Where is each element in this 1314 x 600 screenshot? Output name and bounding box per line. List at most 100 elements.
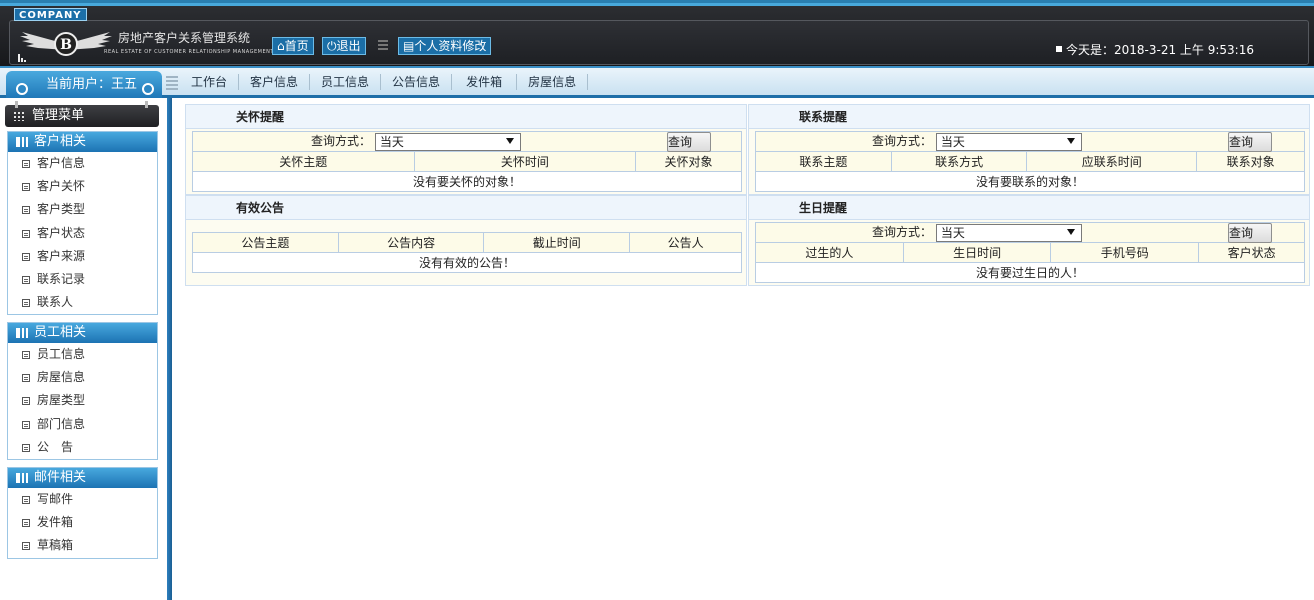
sidebar-item-label: 公 告	[37, 439, 74, 454]
profile-edit-label: 个人资料修改	[414, 39, 487, 53]
document-icon	[22, 420, 30, 429]
group-title-label: 邮件相关	[34, 470, 87, 485]
panel-title-birthday: 生日提醒	[749, 196, 1309, 220]
panel-title-care: 关怀提醒	[186, 105, 746, 129]
book-icon	[16, 137, 28, 147]
sidebar-item-customer-type[interactable]: 客户类型	[8, 198, 157, 221]
birthday-table: 查询方式： 当天 查询 过生的人 生日时间 手机号码 客户状态 没有要过生日的人…	[755, 222, 1305, 283]
today-datetime: 今天是：2018-3-21 上午 9:53:16	[1056, 41, 1254, 58]
care-query-button[interactable]: 查询	[667, 132, 711, 152]
nav-divider-icon	[166, 76, 178, 90]
nav-item-notice-info[interactable]: 公告信息	[381, 74, 453, 90]
nav-item-house-info[interactable]: 房屋信息	[517, 74, 589, 90]
col-header: 联系方式	[890, 151, 1028, 172]
nav-item-employee-info[interactable]: 员工信息	[310, 74, 382, 90]
document-icon	[22, 160, 30, 168]
home-button[interactable]: ⌂首页	[272, 37, 314, 55]
panel-title-notice: 有效公告	[186, 196, 746, 220]
col-header: 联系主题	[755, 151, 892, 172]
sidebar-item-notice[interactable]: 公 告	[8, 436, 157, 459]
sidebar-item-label: 写邮件	[37, 492, 74, 506]
care-query-select[interactable]: 当天	[374, 132, 521, 151]
header-divider-icon	[378, 40, 388, 52]
home-button-label: 首页	[284, 39, 309, 53]
sidebar-item-label: 房屋类型	[37, 393, 86, 408]
sidebar-item-department-info[interactable]: 部门信息	[8, 413, 157, 436]
empty-message: 没有要过生日的人！	[755, 262, 1305, 283]
document-icon	[22, 252, 30, 261]
sidebar-item-customer-info[interactable]: 客户信息	[8, 152, 157, 175]
sidebar-item-outbox[interactable]: 发件箱	[8, 511, 157, 534]
group-title-mail[interactable]: 邮件相关	[8, 468, 157, 488]
sidebar-item-label: 草稿箱	[37, 538, 74, 553]
group-title-employee[interactable]: 员工相关	[8, 323, 157, 343]
col-header: 应联系时间	[1026, 151, 1198, 172]
profile-edit-button[interactable]: ▤个人资料修改	[398, 37, 492, 55]
menu-title: 管理菜单	[32, 108, 85, 123]
sidebar-item-label: 发件箱	[37, 515, 74, 530]
power-icon: ⏻	[327, 39, 337, 53]
sidebar: 管理菜单 客户相关 客户信息 客户关怀 客户类型 客户状态 客户来源 联系记录 …	[0, 98, 172, 600]
birthday-query-select[interactable]: 当天	[935, 223, 1082, 242]
group-mail: 邮件相关 写邮件 发件箱 草稿箱	[7, 467, 158, 559]
group-title-label: 客户相关	[34, 134, 87, 149]
document-icon	[22, 374, 30, 383]
ring-right-icon	[142, 83, 154, 95]
select-value: 当天	[379, 134, 404, 149]
grid-icon	[13, 111, 25, 121]
sidebar-item-customer-status[interactable]: 客户状态	[8, 222, 157, 245]
document-icon	[22, 206, 30, 215]
sidebar-item-label: 联系记录	[37, 271, 86, 286]
col-header: 公告内容	[337, 232, 485, 253]
col-header: 联系对象	[1196, 151, 1305, 172]
col-header: 客户状态	[1198, 242, 1305, 263]
group-title-customer[interactable]: 客户相关	[8, 132, 157, 152]
square-bullet-icon	[1056, 46, 1062, 52]
sidebar-item-employee-info[interactable]: 员工信息	[8, 343, 157, 366]
empty-message: 没有要关怀的对象！	[192, 171, 742, 192]
contact-table: 查询方式： 当天 查询 联系主题 联系方式 应联系时间 联系对象 没有要联系的对…	[755, 131, 1305, 192]
query-label: 查询方式：	[872, 225, 933, 240]
nav-item-workbench[interactable]: 工作台	[180, 74, 240, 90]
sidebar-item-label: 客户来源	[37, 248, 86, 263]
today-text: 今天是：2018-3-21 上午 9:53:16	[1066, 43, 1254, 57]
sidebar-item-label: 联系人	[37, 295, 74, 310]
birthday-query-button[interactable]: 查询	[1228, 223, 1272, 243]
contact-query-button[interactable]: 查询	[1228, 132, 1272, 152]
sidebar-item-contact-record[interactable]: 联系记录	[8, 268, 157, 291]
group-customer: 客户相关 客户信息 客户关怀 客户类型 客户状态 客户来源 联系记录 联系人	[7, 131, 158, 316]
sidebar-item-drafts[interactable]: 草稿箱	[8, 534, 157, 557]
signal-bars-icon	[18, 54, 26, 62]
valid-notice-panel: 有效公告 公告主题 公告内容 截止时间 公告人 没有有效的公告！	[185, 195, 747, 286]
nav-item-customer-info[interactable]: 客户信息	[239, 74, 311, 90]
winged-b-logo-icon: B	[20, 32, 112, 56]
sidebar-item-customer-source[interactable]: 客户来源	[8, 245, 157, 268]
svg-text:B: B	[60, 37, 72, 53]
current-user-tab: 当前用户：王五	[6, 71, 162, 98]
sidebar-item-label: 员工信息	[37, 347, 86, 361]
query-label: 查询方式：	[872, 134, 933, 149]
menu-header: 管理菜单	[5, 101, 159, 127]
document-icon	[22, 183, 30, 192]
sidebar-item-label: 客户状态	[37, 225, 86, 240]
book-icon	[16, 328, 28, 338]
current-user-label: 当前用户：王五	[46, 77, 138, 92]
contact-query-select[interactable]: 当天	[935, 132, 1082, 151]
sidebar-item-label: 客户信息	[37, 156, 86, 170]
pin-left-icon	[15, 101, 18, 108]
col-header: 关怀对象	[635, 151, 742, 172]
empty-message: 没有要联系的对象！	[755, 171, 1305, 192]
book-icon	[16, 473, 28, 483]
nav-item-outbox[interactable]: 发件箱	[452, 74, 518, 90]
select-value: 当天	[940, 134, 965, 149]
dropdown-arrow-icon	[1066, 137, 1075, 144]
sidebar-item-contact-person[interactable]: 联系人	[8, 291, 157, 314]
sidebar-item-house-type[interactable]: 房屋类型	[8, 389, 157, 412]
logout-button[interactable]: ⏻退出	[322, 37, 366, 55]
sidebar-item-label: 部门信息	[37, 416, 86, 431]
sidebar-item-house-info[interactable]: 房屋信息	[8, 366, 157, 389]
sidebar-item-write-mail[interactable]: 写邮件	[8, 488, 157, 511]
nav-items: 工作台 客户信息 员工信息 公告信息 发件箱 房屋信息	[180, 74, 589, 90]
document-icon	[22, 397, 30, 406]
sidebar-item-customer-care[interactable]: 客户关怀	[8, 175, 157, 198]
